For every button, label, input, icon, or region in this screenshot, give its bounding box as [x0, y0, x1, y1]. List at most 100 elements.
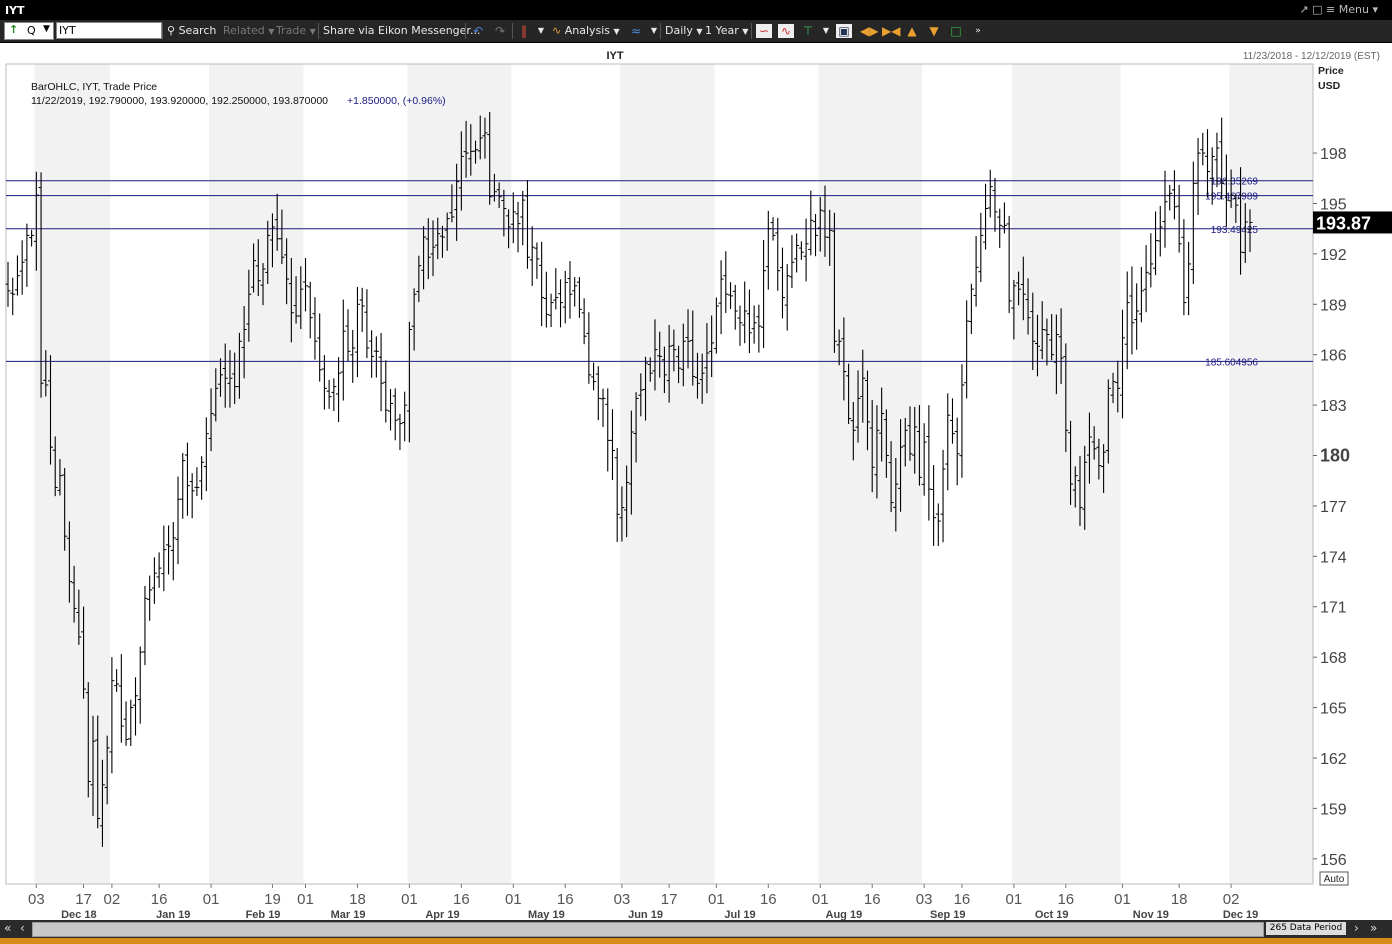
- ohlc-bar: [713, 297, 719, 354]
- divider: [512, 23, 513, 39]
- expand-icon[interactable]: ↗: [1299, 3, 1308, 16]
- interval-select[interactable]: Daily ▼: [665, 23, 703, 39]
- y-tick-label: 156: [1320, 852, 1347, 869]
- chevron-down-icon[interactable]: ▾: [1372, 3, 1378, 16]
- ohlc-bar: [529, 226, 535, 286]
- ohlc-bar: [142, 585, 148, 666]
- ohlc-bar: [161, 525, 167, 592]
- fit-vertical-icon[interactable]: ▼: [926, 24, 942, 38]
- trade-label: Trade: [276, 24, 307, 37]
- chart-area[interactable]: 196.35269 195.467989 193.49425 185.604956 1…: [0, 43, 1392, 921]
- chevron-down-icon[interactable]: ▼: [533, 24, 549, 38]
- line-chart-icon[interactable]: ∽: [756, 24, 772, 38]
- window-menu[interactable]: ↗ □ ≡ Menu ▾: [1299, 3, 1378, 16]
- fit-horizontal-icon[interactable]: ▶◀: [882, 24, 900, 38]
- y-tick-label: 189: [1320, 297, 1347, 314]
- x-tick-label: 01: [1006, 891, 1023, 908]
- chevron-down-icon[interactable]: ▼: [818, 24, 834, 38]
- ohlc-bar: [133, 677, 139, 736]
- select-icon[interactable]: □: [948, 24, 964, 38]
- analysis-button[interactable]: ∿ Analysis ▼: [552, 23, 620, 39]
- scroll-left-right-icon[interactable]: ◀▶: [860, 24, 878, 38]
- reference-line-label: 195.467989: [1205, 192, 1258, 203]
- ohlc-bar: [1153, 211, 1159, 276]
- reference-line-label: 196.35269: [1211, 177, 1259, 188]
- date-range: 11/23/2018 - 12/12/2019 (EST): [1243, 51, 1380, 62]
- ohlc-bar: [1148, 233, 1154, 288]
- range-select[interactable]: 1 Year ▼: [705, 23, 748, 39]
- legend-values: 11/22/2019, 192.790000, 193.920000, 192.…: [31, 95, 328, 107]
- ohlc-bar: [723, 251, 729, 314]
- x-tick-label: 19: [264, 891, 281, 908]
- ohlc-bar: [388, 389, 394, 431]
- ohlc-bar: [1167, 184, 1173, 211]
- ohlc-bar: [340, 299, 346, 401]
- auto-scale-label[interactable]: Auto: [1324, 874, 1345, 885]
- last-price-label: 193.87: [1316, 213, 1371, 233]
- x-month-label: Nov 19: [1133, 909, 1169, 920]
- redo-icon[interactable]: ↷: [492, 24, 508, 38]
- ohlc-bar: [954, 417, 960, 486]
- quote-label: Q: [27, 24, 36, 37]
- ohlc-bar: [808, 190, 814, 256]
- ohlc-bar: [336, 357, 342, 422]
- crosshair-icon[interactable]: ⊤: [800, 24, 816, 38]
- search-button[interactable]: ⚲ Search: [167, 23, 216, 39]
- menu-icon[interactable]: ≡: [1326, 3, 1335, 16]
- ohlc-bar: [520, 190, 526, 246]
- scroll-up-down-icon[interactable]: ▲: [904, 24, 920, 38]
- chart-symbol: IYT: [606, 50, 623, 62]
- ohlc-bar: [794, 233, 800, 273]
- ohlc-bar: [307, 281, 313, 339]
- x-month-label: Feb 19: [246, 909, 281, 920]
- zoom-box-icon[interactable]: ▣: [836, 24, 852, 38]
- divider: [318, 23, 319, 39]
- y-tick-label: 165: [1320, 701, 1347, 718]
- chevron-down-icon[interactable]: ▼: [43, 24, 50, 34]
- share-button[interactable]: Share via Eikon Messenger...: [323, 23, 480, 39]
- y-tick-label: 186: [1320, 348, 1347, 365]
- ohlc-bar: [354, 287, 360, 378]
- undo-icon[interactable]: ↶: [470, 24, 486, 38]
- ohlc-bar: [189, 473, 195, 519]
- x-tick-label: 18: [349, 891, 366, 908]
- window-title: IYT: [5, 4, 25, 17]
- scroll-left-icon[interactable]: ‹: [20, 921, 25, 935]
- x-tick-label: 01: [203, 891, 220, 908]
- more-icon[interactable]: »: [970, 24, 986, 38]
- page-icon[interactable]: □: [1312, 3, 1322, 16]
- chevron-down-icon: ▼: [696, 27, 703, 36]
- bar-style-icon[interactable]: ‖: [516, 24, 532, 38]
- x-tick-label: 16: [864, 891, 881, 908]
- related-label: Related: [223, 24, 265, 37]
- overlay-icon[interactable]: ≈: [628, 24, 644, 38]
- ric-input[interactable]: IYT: [56, 22, 162, 39]
- ohlc-chart[interactable]: 196.35269 195.467989 193.49425 185.604956 1…: [0, 43, 1392, 921]
- scroll-right-icon[interactable]: ›: [1354, 921, 1359, 935]
- ohlc-bar: [964, 300, 970, 399]
- x-tick-label: 02: [104, 891, 121, 908]
- menu-label[interactable]: Menu: [1339, 3, 1369, 16]
- x-month-label: Jun 19: [628, 909, 663, 920]
- search-icon: ⚲: [167, 24, 176, 37]
- compare-chart-icon[interactable]: ∿: [778, 24, 794, 38]
- ohlc-bar: [987, 169, 993, 218]
- ohlc-bar: [935, 503, 941, 547]
- ohlc-bar: [959, 364, 965, 478]
- ohlc-bar: [175, 476, 181, 565]
- scroll-start-icon[interactable]: «: [4, 921, 11, 935]
- time-scrollbar[interactable]: [32, 922, 1264, 937]
- x-month-label: May 19: [528, 909, 565, 920]
- ohlc-bar: [1200, 132, 1206, 166]
- related-button[interactable]: Related ▼: [223, 23, 274, 39]
- x-month-label: Mar 19: [331, 909, 366, 920]
- x-month-label: Apr 19: [425, 909, 459, 920]
- trade-button[interactable]: Trade ▼: [276, 23, 316, 39]
- x-tick-label: 01: [401, 891, 418, 908]
- ohlc-bar: [359, 287, 365, 332]
- divider: [660, 23, 661, 39]
- ohlc-bar: [378, 333, 384, 412]
- quote-selector[interactable]: ↑ Q ▼: [4, 22, 54, 40]
- month-band: [1011, 64, 1121, 884]
- scroll-end-icon[interactable]: »: [1370, 921, 1377, 935]
